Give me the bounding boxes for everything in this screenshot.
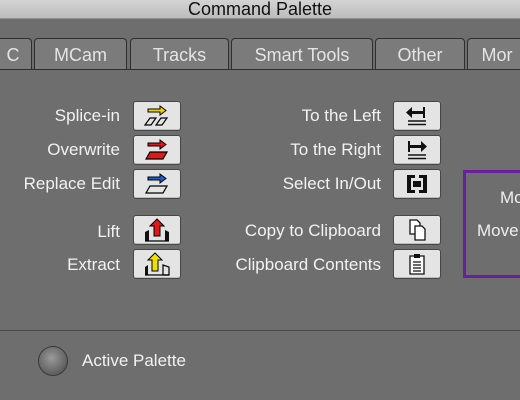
to-the-right-icon [408,141,427,160]
label-extract: Extract [67,255,120,274]
window-title: Command Palette [0,0,520,19]
tab-bar: C MCam Tracks Smart Tools Other Mor [0,38,520,70]
copy-to-clipboard-icon [409,219,426,241]
footer [0,331,520,400]
to-the-right-button[interactable] [393,135,441,165]
tab-other[interactable]: Other [375,38,465,69]
clipboard-contents-icon [409,254,425,275]
highlight-label-move: Move [477,221,519,240]
tab-more[interactable]: Mor [467,38,520,69]
extract-icon [145,252,170,276]
select-in-out-icon [407,175,427,193]
overwrite-button[interactable] [133,135,181,165]
tab-tracks[interactable]: Tracks [130,38,229,69]
copy-to-clipboard-button[interactable] [393,215,441,245]
active-palette-label: Active Palette [82,351,186,370]
splice-in-icon [143,105,169,126]
tab-c[interactable]: C [0,38,32,69]
splice-in-button[interactable] [133,101,181,131]
select-in-out-button[interactable] [393,169,441,199]
active-palette-radio[interactable] [38,346,68,376]
highlight-label-mo: Mo [500,188,520,207]
tab-smart-tools[interactable]: Smart Tools [231,38,373,69]
label-splice-in: Splice-in [54,106,120,125]
clipboard-contents-button[interactable] [393,249,441,279]
label-to-the-left: To the Left [301,106,381,125]
label-select-in-out: Select In/Out [282,174,381,193]
overwrite-icon [144,139,169,160]
label-copy-to-clipboard: Copy to Clipboard [244,221,381,240]
label-to-the-right: To the Right [290,140,381,159]
label-clipboard-contents: Clipboard Contents [235,255,381,274]
extract-button[interactable] [133,249,181,279]
label-replace-edit: Replace Edit [23,174,120,193]
replace-edit-button[interactable] [133,169,181,199]
lift-icon [145,218,169,242]
tab-mcam[interactable]: MCam [34,38,127,69]
label-overwrite: Overwrite [47,140,120,159]
replace-edit-icon [144,173,169,194]
to-the-left-icon [406,107,426,126]
label-lift: Lift [97,222,120,241]
lift-button[interactable] [133,215,181,245]
to-the-left-button[interactable] [393,101,441,131]
